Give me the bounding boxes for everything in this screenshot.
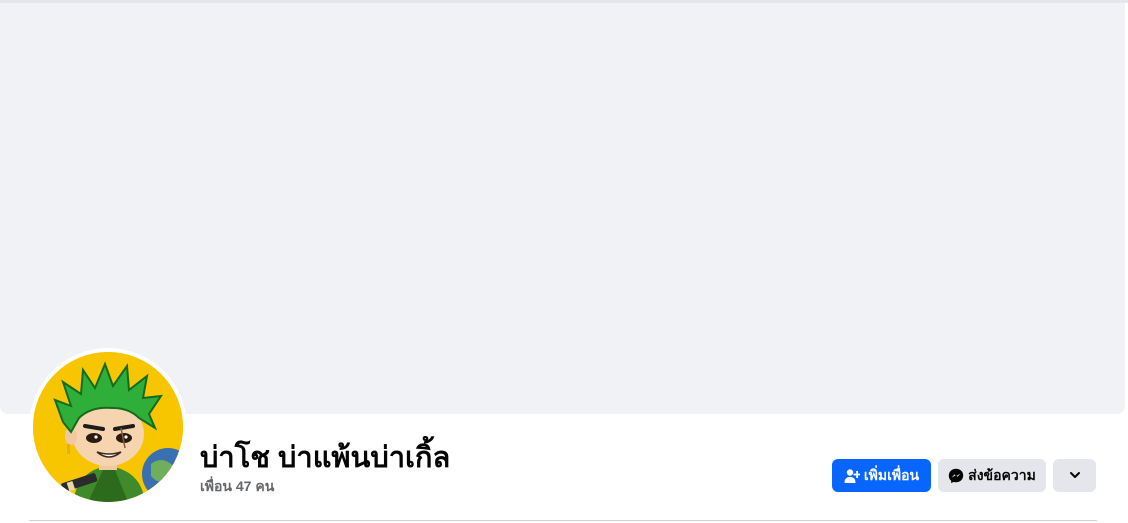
person-plus-icon [844,468,860,484]
profile-name: บ่าโช บ่าแพ้นบ่าเกิ้ล [200,442,451,474]
message-label: ส่งข้อความ [968,466,1036,483]
profile-page: บ่าโช บ่าแพ้นบ่าเกิ้ล เพื่อน 47 คน เพิ่ม… [0,0,1128,523]
cover-photo[interactable] [0,3,1125,414]
add-friend-button[interactable]: เพิ่มเพื่อน [832,459,931,492]
profile-picture-ring [29,348,187,506]
profile-picture[interactable] [33,352,183,502]
avatar-illustration [33,352,183,502]
more-options-button[interactable] [1053,459,1096,492]
messenger-icon [948,468,964,484]
chevron-down-icon [1069,468,1081,484]
message-button[interactable]: ส่งข้อความ [938,459,1046,492]
section-divider [29,520,1097,521]
friends-count-link[interactable]: เพื่อน 47 คน [200,476,274,498]
add-friend-label: เพิ่มเพื่อน [863,466,920,483]
